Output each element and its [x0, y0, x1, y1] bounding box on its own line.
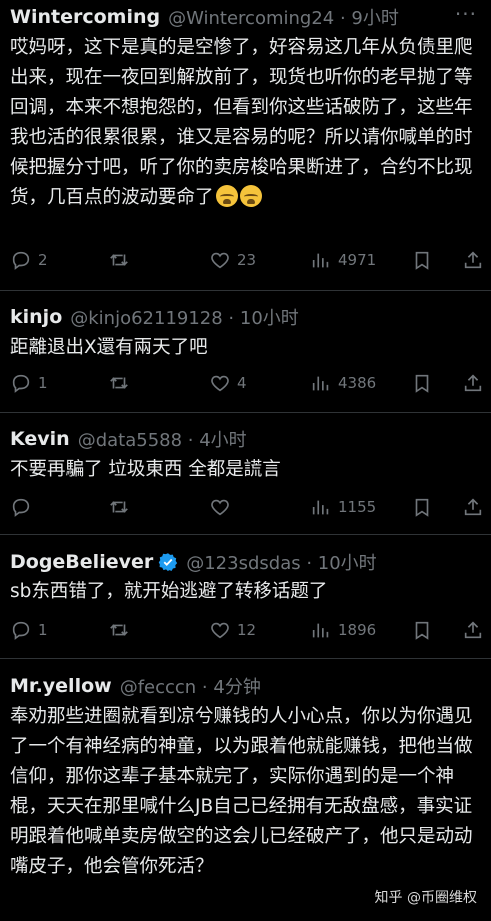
view-count: 4386: [338, 374, 377, 392]
reply-button[interactable]: 1: [10, 372, 48, 394]
heart-icon: [211, 375, 229, 392]
reply-icon: [12, 621, 30, 640]
tweet-text: 距離退出X還有兩天了吧: [10, 337, 208, 358]
reply-icon: [12, 374, 30, 393]
tweet-dogebeliever[interactable]: DogeBeliever @123sdsdas · 10小时 sb东西错了，就开…: [0, 535, 491, 659]
views-button[interactable]: 1896: [310, 619, 376, 641]
author-name[interactable]: Kevin: [10, 428, 70, 450]
loudly-crying-face-icon: [215, 185, 238, 207]
tweet-text: 哎妈呀，这下是真的是空惨了，好容易这几年从负债里爬出来，现在一夜回到解放前了，现…: [10, 37, 473, 208]
retweet-button[interactable]: [108, 372, 130, 394]
like-count: 23: [237, 251, 257, 269]
share-button[interactable]: [462, 619, 484, 641]
tweet-actions: 2 23 4971: [10, 247, 484, 273]
reply-icon: [12, 251, 30, 270]
author-name[interactable]: DogeBeliever: [10, 551, 153, 573]
share-button[interactable]: [462, 372, 484, 394]
like-button[interactable]: 4: [209, 372, 247, 394]
reply-button[interactable]: 1: [10, 619, 48, 641]
retweet-icon: [110, 624, 128, 636]
more-options-button[interactable]: ···: [455, 4, 477, 24]
like-button[interactable]: 23: [209, 249, 256, 271]
retweet-button[interactable]: [108, 619, 130, 641]
reply-button[interactable]: [10, 496, 32, 518]
view-count: 1155: [338, 498, 377, 516]
bookmark-icon: [415, 251, 429, 270]
bookmark-icon: [415, 498, 429, 517]
zhihu-watermark: 知乎 @币圈维权: [374, 890, 477, 906]
author-name[interactable]: Mr.yellow: [10, 675, 112, 697]
reply-button[interactable]: 2: [10, 249, 48, 271]
retweet-icon: [110, 377, 128, 389]
views-icon: [312, 376, 329, 391]
share-icon: [464, 498, 482, 516]
bookmark-button[interactable]: [411, 249, 433, 271]
tweet-text: 不要再騙了 垃圾東西 全都是謊言: [10, 459, 281, 480]
retweet-button[interactable]: [108, 249, 130, 271]
reply-count: 1: [38, 374, 48, 392]
view-count: 4971: [338, 251, 377, 269]
retweet-icon: [110, 254, 128, 266]
author-handle[interactable]: @data5588 · 4小时: [78, 426, 247, 452]
tweet-kevin[interactable]: Kevin @data5588 · 4小时 不要再騙了 垃圾東西 全都是謊言 1…: [0, 413, 491, 535]
like-count: 4: [237, 374, 247, 392]
views-button[interactable]: 4971: [310, 249, 376, 271]
bookmark-icon: [415, 374, 429, 393]
views-button[interactable]: 4386: [310, 372, 376, 394]
reply-icon: [12, 498, 30, 517]
views-icon: [312, 500, 329, 515]
author-handle[interactable]: @fecccn · 4分钟: [120, 673, 261, 699]
tweet-mr-yellow[interactable]: Mr.yellow @fecccn · 4分钟 奉劝那些进圈就看到凉兮赚钱的人小…: [0, 659, 491, 921]
heart-icon: [211, 252, 229, 269]
share-button[interactable]: [462, 496, 484, 518]
view-count: 1896: [338, 621, 377, 639]
like-button[interactable]: [209, 496, 231, 518]
tweet-actions: 1 12 1896: [10, 617, 484, 643]
retweet-icon: [110, 501, 128, 513]
like-count: 12: [237, 621, 257, 639]
tweet-text: 奉劝那些进圈就看到凉兮赚钱的人小心点，你以为你遇见了一个有神经病的神童，以为跟着…: [10, 706, 473, 877]
verified-badge-icon: [158, 552, 178, 572]
author-handle[interactable]: @kinjo62119128 · 10小时: [70, 304, 299, 330]
reply-count: 1: [38, 621, 48, 639]
like-button[interactable]: 12: [209, 619, 256, 641]
tweet-actions: 1 4 4386: [10, 370, 484, 396]
heart-icon: [211, 499, 229, 516]
tweet-kinjo[interactable]: kinjo @kinjo62119128 · 10小时 距離退出X還有兩天了吧 …: [0, 291, 491, 413]
tweet-actions: 1155: [10, 494, 484, 520]
share-button[interactable]: [462, 249, 484, 271]
author-name[interactable]: Wintercoming: [10, 6, 160, 28]
share-icon: [464, 621, 482, 639]
share-icon: [464, 374, 482, 392]
author-handle[interactable]: @Wintercoming24 · 9小时: [168, 4, 399, 30]
retweet-button[interactable]: [108, 496, 130, 518]
heart-icon: [211, 622, 229, 639]
author-handle[interactable]: @123sdsdas · 10小时: [186, 549, 376, 575]
bookmark-button[interactable]: [411, 619, 433, 641]
views-icon: [312, 253, 329, 268]
tweet-text: sb东西错了，就开始逃避了转移话题了: [10, 581, 328, 602]
tweet-wintercoming[interactable]: Wintercoming @Wintercoming24 · 9小时 ··· 哎…: [0, 0, 491, 291]
bookmark-icon: [415, 621, 429, 640]
views-button[interactable]: 1155: [310, 496, 376, 518]
loudly-crying-face-icon: [239, 185, 262, 207]
views-icon: [312, 623, 329, 638]
reply-count: 2: [38, 251, 48, 269]
author-name[interactable]: kinjo: [10, 306, 62, 328]
bookmark-button[interactable]: [411, 372, 433, 394]
bookmark-button[interactable]: [411, 496, 433, 518]
share-icon: [464, 251, 482, 269]
